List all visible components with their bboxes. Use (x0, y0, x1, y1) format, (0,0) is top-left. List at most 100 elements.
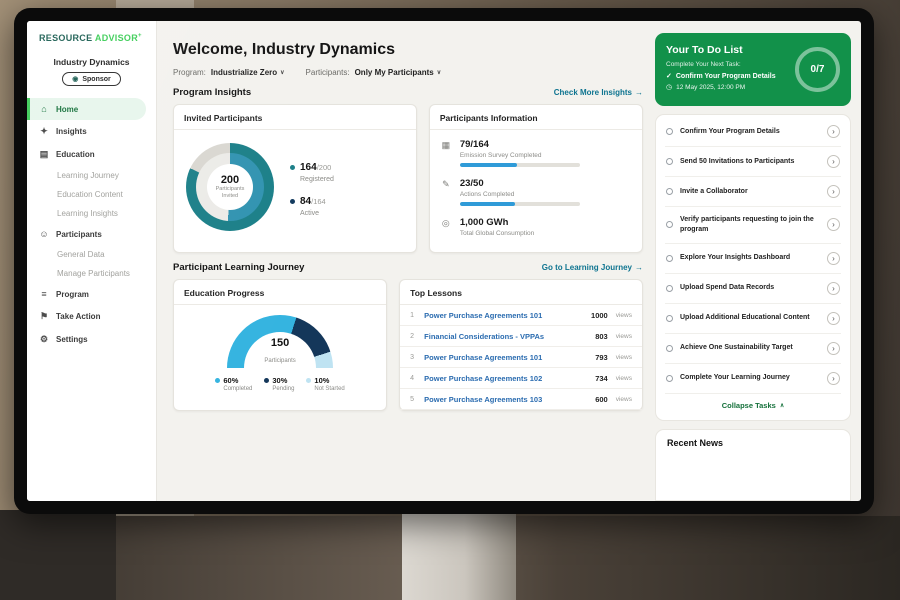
chevron-right-icon[interactable]: › (827, 372, 840, 385)
checkbox-icon[interactable] (666, 315, 673, 322)
check-circle-icon: ✓ (666, 72, 672, 80)
todo-task[interactable]: Complete Your Learning Journey › (665, 364, 841, 394)
flag-icon: ⚑ (39, 311, 49, 322)
checkbox-icon[interactable] (666, 158, 673, 165)
education-gauge-chart: 150 Participants (227, 315, 333, 368)
nav-label: Learning Journey (57, 171, 119, 180)
nav-label: Take Action (56, 312, 100, 321)
sidebar-item-education[interactable]: ▤ Education (27, 143, 156, 166)
sidebar-item-take-action[interactable]: ⚑ Take Action (27, 305, 156, 328)
stat-value: 79/164 (460, 139, 580, 150)
chevron-right-icon[interactable]: › (827, 218, 840, 231)
todo-due-label: 12 May 2025, 12:00 PM (676, 84, 745, 91)
stat-label: Emission Survey Completed (460, 152, 580, 159)
page-title: Welcome, Industry Dynamics (173, 41, 643, 59)
lesson-row[interactable]: 1 Power Purchase Agreements 101 1000 vie… (400, 305, 642, 326)
checkbox-icon[interactable] (666, 188, 673, 195)
todo-task[interactable]: Upload Spend Data Records › (665, 274, 841, 304)
todo-task[interactable]: Confirm Your Program Details › (665, 117, 841, 147)
participants-select[interactable]: Only My Participants ∨ (355, 68, 442, 77)
todo-task[interactable]: Invite a Collaborator › (665, 177, 841, 207)
lesson-row[interactable]: 4 Power Purchase Agreements 102 734 view… (400, 368, 642, 389)
logo-text-advisor: ADVISOR (95, 33, 138, 43)
legend-value: 30% (272, 376, 287, 385)
stat-value: 1,000 GWh (460, 217, 534, 228)
legend-label: Not Started (314, 386, 344, 392)
todo-task-list: Confirm Your Program Details › Send 50 I… (655, 114, 851, 421)
nav-label: Manage Participants (57, 269, 130, 278)
go-to-learning-journey-link[interactable]: Go to Learning Journey → (542, 263, 643, 272)
legend-item-active: 84/164 Active (290, 191, 334, 217)
lesson-rank: 1 (410, 312, 418, 319)
task-label: Upload Spend Data Records (680, 283, 820, 293)
program-select[interactable]: Industrialize Zero ∨ (211, 68, 285, 77)
card-title: Invited Participants (174, 105, 416, 130)
todo-title: Your To Do List (666, 44, 776, 56)
checkbox-icon[interactable] (666, 221, 673, 228)
sidebar-item-settings[interactable]: ⚙ Settings (27, 328, 156, 351)
sidebar-item-general-data[interactable]: General Data (27, 245, 156, 264)
lesson-link[interactable]: Power Purchase Agreements 103 (424, 395, 589, 404)
checkbox-icon[interactable] (666, 345, 673, 352)
nav-label: Participants (56, 230, 102, 239)
task-label: Explore Your Insights Dashboard (680, 253, 820, 263)
legend-label: Active (300, 210, 334, 217)
lesson-row[interactable]: 5 Power Purchase Agreements 103 600 view… (400, 389, 642, 410)
check-more-insights-link[interactable]: Check More Insights → (554, 88, 643, 97)
pencil-icon: ✎ (440, 178, 452, 206)
sidebar-item-home[interactable]: ⌂ Home (27, 98, 146, 120)
checkbox-icon[interactable] (666, 375, 673, 382)
sidebar-item-program[interactable]: ≡ Program (27, 283, 156, 305)
legend-item-completed: 60% Completed (215, 376, 252, 392)
lesson-link[interactable]: Power Purchase Agreements 101 (424, 353, 589, 362)
sidebar-item-learning-journey[interactable]: Learning Journey (27, 166, 156, 185)
lesson-link[interactable]: Power Purchase Agreements 101 (424, 311, 585, 320)
sponsor-badge[interactable]: ◉ Sponsor (62, 72, 121, 86)
sidebar-item-participants[interactable]: ☺ Participants (27, 223, 156, 245)
lesson-row[interactable]: 2 Financial Considerations - VPPAs 803 v… (400, 326, 642, 347)
chevron-right-icon[interactable]: › (827, 342, 840, 355)
chevron-right-icon[interactable]: › (827, 155, 840, 168)
todo-task[interactable]: Explore Your Insights Dashboard › (665, 244, 841, 274)
building-icon: ▦ (440, 139, 452, 167)
lesson-views: 793 (595, 353, 608, 362)
legend-value: 164 (300, 162, 317, 173)
learning-cards-row: Education Progress 150 Participants (173, 279, 643, 411)
chevron-right-icon[interactable]: › (827, 185, 840, 198)
lesson-row[interactable]: 3 Power Purchase Agreements 101 793 view… (400, 347, 642, 368)
lesson-link[interactable]: Financial Considerations - VPPAs (424, 332, 589, 341)
chevron-right-icon[interactable]: › (827, 252, 840, 265)
gear-icon: ⚙ (39, 334, 49, 345)
checkbox-icon[interactable] (666, 128, 673, 135)
todo-task[interactable]: Verify participants requesting to join t… (665, 207, 841, 244)
todo-column: Your To Do List Complete Your Next Task:… (655, 21, 861, 501)
donut-center: 200 Participants Invited (207, 164, 253, 210)
sidebar-item-education-content[interactable]: Education Content (27, 185, 156, 204)
checkbox-icon[interactable] (666, 285, 673, 292)
chevron-down-icon: ∨ (280, 69, 284, 76)
nav-label: Home (56, 105, 78, 114)
collapse-tasks-link[interactable]: Collapse Tasks ∧ (665, 394, 841, 418)
chevron-up-icon: ∧ (780, 402, 784, 409)
sidebar-item-insights[interactable]: ✦ Insights (27, 120, 156, 143)
insights-icon: ✦ (39, 126, 49, 137)
learning-journey-header: Participant Learning Journey Go to Learn… (173, 262, 643, 273)
chevron-right-icon[interactable]: › (827, 125, 840, 138)
todo-task[interactable]: Send 50 Invitations to Participants › (665, 147, 841, 177)
chevron-right-icon[interactable]: › (827, 312, 840, 325)
lesson-link[interactable]: Power Purchase Agreements 102 (424, 374, 589, 383)
checkbox-icon[interactable] (666, 255, 673, 262)
sidebar-item-learning-insights[interactable]: Learning Insights (27, 204, 156, 223)
todo-task[interactable]: Achieve One Sustainability Target › (665, 334, 841, 364)
lesson-rank: 4 (410, 375, 418, 382)
collapse-label: Collapse Tasks (722, 401, 776, 410)
clock-icon: ◷ (666, 83, 672, 91)
sponsor-icon: ◉ (72, 75, 78, 83)
nav-label: General Data (57, 250, 105, 259)
legend-dot-completed (215, 378, 220, 383)
gauge-center: 150 Participants (227, 337, 333, 367)
sidebar-item-manage-participants[interactable]: Manage Participants (27, 264, 156, 283)
todo-task[interactable]: Upload Additional Educational Content › (665, 304, 841, 334)
chevron-right-icon[interactable]: › (827, 282, 840, 295)
book-icon: ▤ (39, 149, 49, 160)
